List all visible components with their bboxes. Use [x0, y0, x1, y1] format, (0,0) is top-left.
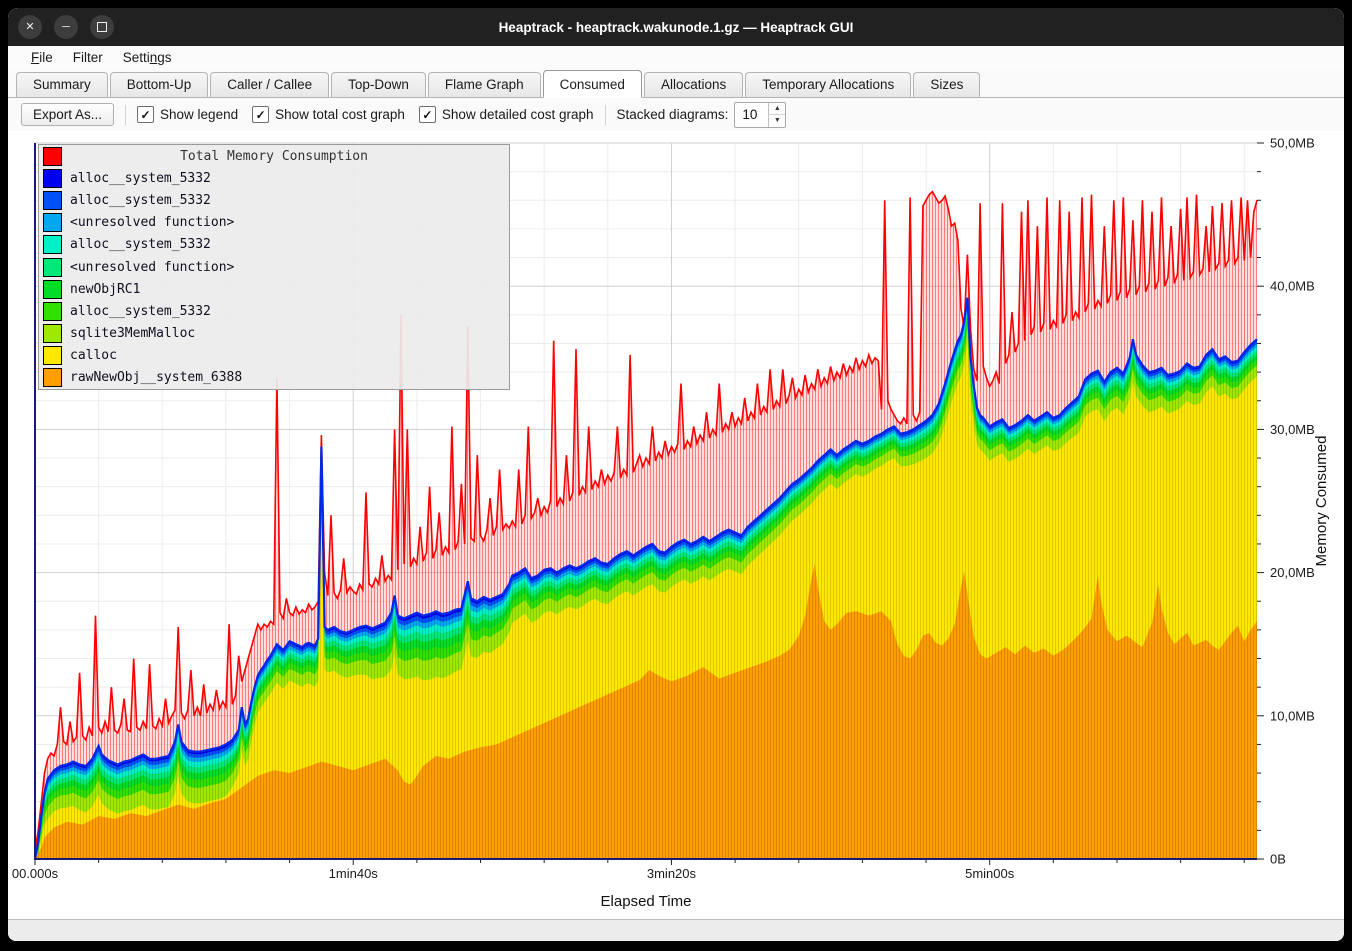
svg-text:30,0MB: 30,0MB [1270, 422, 1315, 437]
stacked-diagrams-spinbox[interactable]: 10 ▲ ▼ [734, 102, 786, 128]
tab-allocations[interactable]: Allocations [644, 72, 743, 97]
checkbox-show-detailed-cost-graph[interactable]: ✓ Show detailed cost graph [419, 106, 594, 123]
legend-item-label: <unresolved function> [70, 260, 234, 275]
legend-item-alloc-system-5332: alloc__system_5332 [39, 234, 509, 256]
svg-text:0B: 0B [1270, 852, 1286, 867]
spin-down-icon[interactable]: ▼ [769, 115, 785, 127]
tab-temporary-allocations[interactable]: Temporary Allocations [745, 72, 911, 97]
legend-item-label: rawNewObj__system_6388 [70, 370, 242, 385]
tab-sizes[interactable]: Sizes [913, 72, 980, 97]
legend-item-alloc-system-5332: alloc__system_5332 [39, 189, 509, 211]
stacked-diagrams-label: Stacked diagrams: [617, 107, 729, 122]
checkbox-icon[interactable]: ✓ [252, 106, 269, 123]
chart-legend: Total Memory Consumption alloc__system_53… [38, 144, 510, 390]
chart-area: 00.000s 1min40s 3min20s 5min00s 0B 10,0MB 20,0… [8, 131, 1344, 919]
toolbar-separator [605, 105, 606, 125]
legend-swatch [43, 235, 62, 254]
checkbox-show-total-cost-graph[interactable]: ✓ Show total cost graph [252, 106, 405, 123]
toolbar-separator [125, 105, 126, 125]
tab-summary[interactable]: Summary [16, 72, 108, 97]
menu-settings[interactable]: Settings [114, 49, 181, 66]
legend-item-alloc-system-5332: alloc__system_5332 [39, 167, 509, 189]
legend-title-row: Total Memory Consumption [39, 145, 509, 167]
toolbar: Export As... ✓ Show legend ✓ Show total cos… [8, 98, 1344, 131]
y-axis-title: Memory Consumed [1313, 436, 1330, 567]
legend-swatch [43, 258, 62, 277]
legend-item-alloc-system-5332: alloc__system_5332 [39, 300, 509, 322]
checkbox-label: Show detailed cost graph [442, 107, 594, 122]
status-bar [8, 919, 1344, 941]
legend-swatch [43, 191, 62, 210]
legend-swatch [43, 169, 62, 188]
legend-item-label: alloc__system_5332 [70, 193, 211, 208]
tab-flame-graph[interactable]: Flame Graph [428, 72, 541, 97]
svg-text:10,0MB: 10,0MB [1270, 708, 1315, 723]
svg-text:5min00s: 5min00s [965, 866, 1015, 881]
legend-item-calloc: calloc [39, 345, 509, 367]
x-axis-title: Elapsed Time [601, 893, 692, 910]
svg-text:50,0MB: 50,0MB [1270, 136, 1315, 151]
stacked-diagrams-value: 10 [735, 103, 768, 127]
svg-text:20,0MB: 20,0MB [1270, 565, 1315, 580]
titlebar: ✕ ─ Heaptrack - heaptrack.wakunode.1.gz … [8, 8, 1344, 46]
checkbox-label: Show legend [160, 107, 238, 122]
tab-bottom-up[interactable]: Bottom-Up [110, 72, 209, 97]
legend-swatch [43, 213, 62, 232]
svg-text:40,0MB: 40,0MB [1270, 279, 1315, 294]
legend-item-label: calloc [70, 348, 117, 363]
legend-item-rawnewobj-system-6388: rawNewObj__system_6388 [39, 367, 509, 389]
legend-item-label: alloc__system_5332 [70, 171, 211, 186]
legend-item-label: alloc__system_5332 [70, 304, 211, 319]
legend-item-label: newObjRC1 [70, 282, 140, 297]
legend-swatch [43, 346, 62, 365]
legend-item-label: sqlite3MemMalloc [70, 326, 195, 341]
export-as-button[interactable]: Export As... [21, 103, 114, 126]
tab-top-down[interactable]: Top-Down [331, 72, 426, 97]
legend-item-unresolved-function: <unresolved function> [39, 212, 509, 234]
tab-bar: SummaryBottom-UpCaller / CalleeTop-DownF… [8, 68, 1344, 98]
svg-text:00.000s: 00.000s [12, 866, 59, 881]
legend-item-label: alloc__system_5332 [70, 237, 211, 252]
checkbox-icon[interactable]: ✓ [419, 106, 436, 123]
tab-consumed[interactable]: Consumed [543, 70, 642, 98]
window-title: Heaptrack - heaptrack.wakunode.1.gz — He… [8, 8, 1344, 46]
legend-swatch [43, 324, 62, 343]
checkbox-label: Show total cost graph [275, 107, 405, 122]
legend-item-sqlite3memmalloc: sqlite3MemMalloc [39, 323, 509, 345]
app-window: ✕ ─ Heaptrack - heaptrack.wakunode.1.gz … [8, 8, 1344, 941]
checkbox-icon[interactable]: ✓ [137, 106, 154, 123]
svg-text:1min40s: 1min40s [329, 866, 379, 881]
tab-caller-callee[interactable]: Caller / Callee [210, 72, 329, 97]
legend-swatch [43, 368, 62, 387]
menu-filter[interactable]: Filter [64, 49, 112, 66]
menu-file[interactable]: File [22, 49, 62, 66]
spin-up-icon[interactable]: ▲ [769, 103, 785, 116]
checkbox-show-legend[interactable]: ✓ Show legend [137, 106, 238, 123]
legend-item-newobjrc1: newObjRC1 [39, 278, 509, 300]
legend-swatch [43, 302, 62, 321]
legend-title: Total Memory Consumption [39, 149, 509, 164]
legend-item-unresolved-function: <unresolved function> [39, 256, 509, 278]
legend-item-label: <unresolved function> [70, 215, 234, 230]
legend-swatch [43, 280, 62, 299]
svg-text:3min20s: 3min20s [647, 866, 697, 881]
menu-bar: FileFilterSettings [8, 46, 1344, 68]
